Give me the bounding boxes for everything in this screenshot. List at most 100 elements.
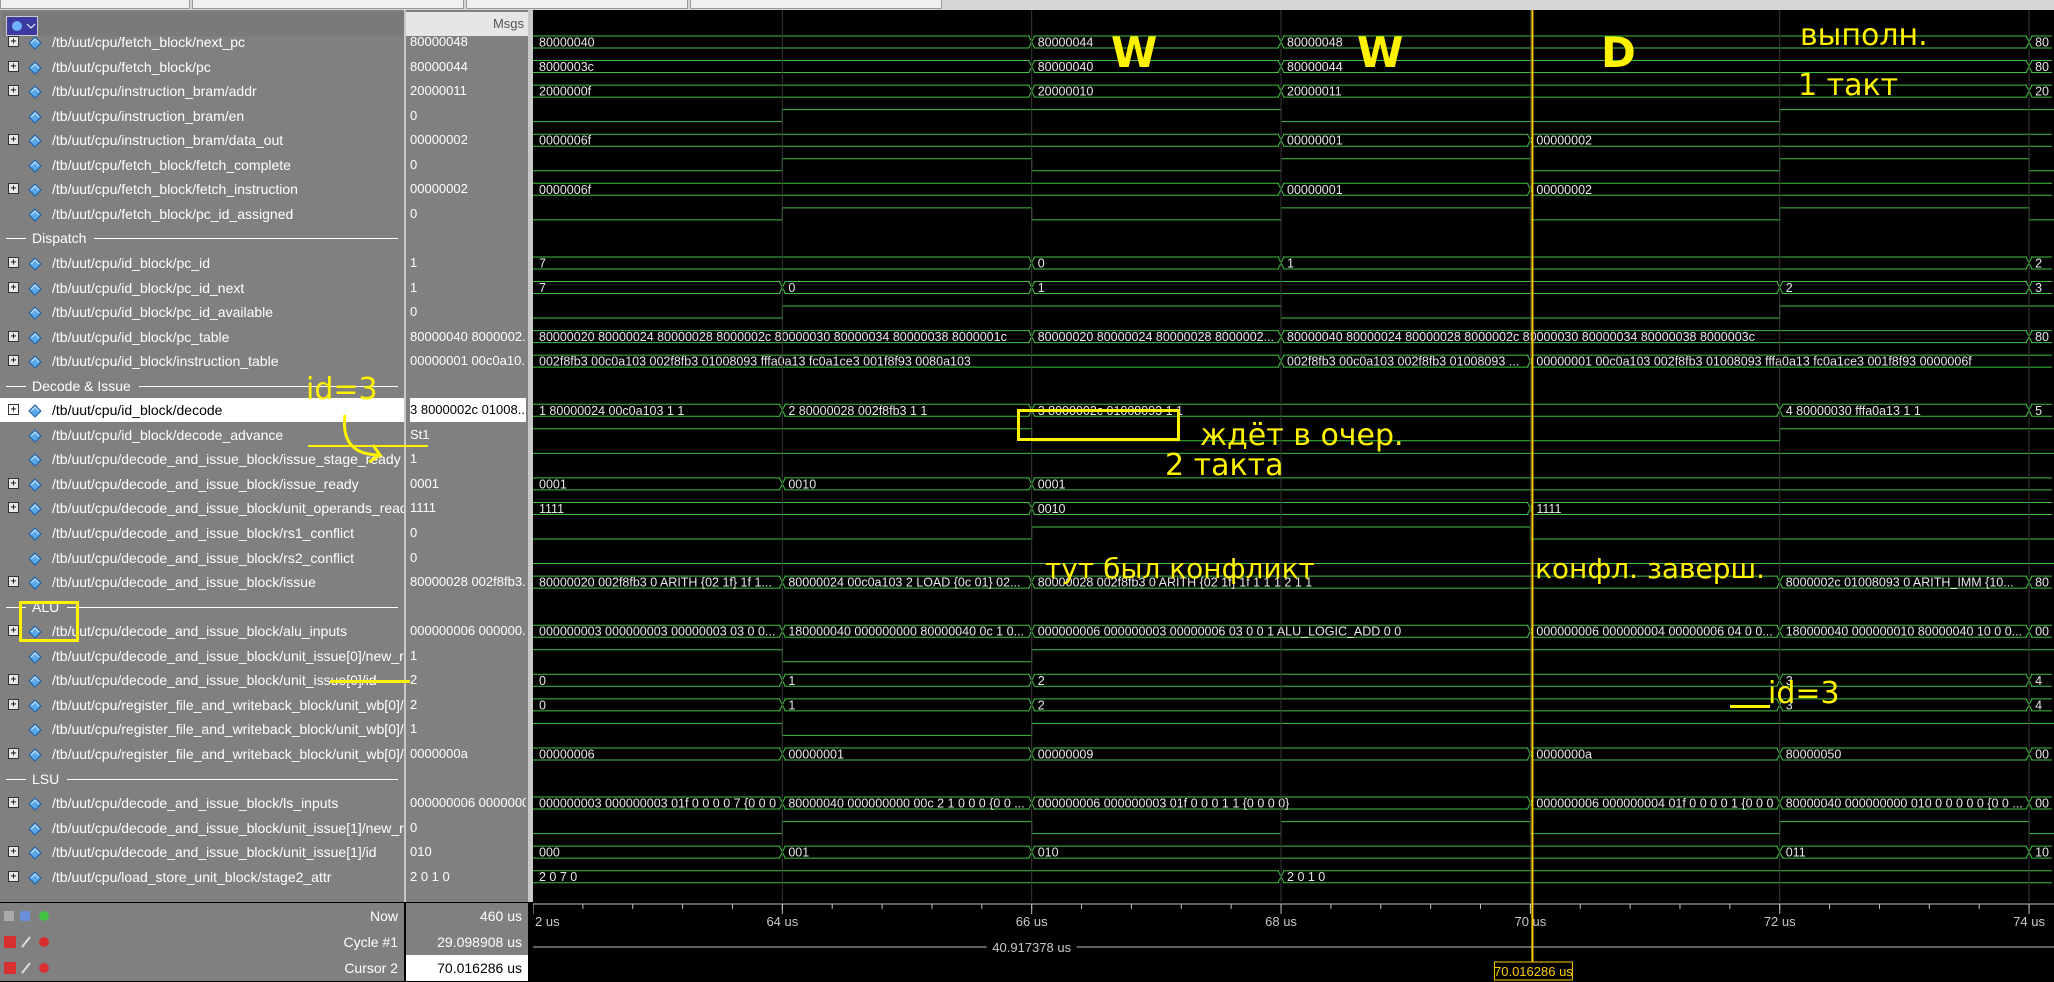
expand-plus-icon[interactable]: + <box>8 576 19 588</box>
expand-plus-icon[interactable]: + <box>8 183 19 195</box>
bus-value-label: 80000050 <box>1786 747 1842 761</box>
signal-row[interactable]: /tb/uut/cpu/id_block/pc_id_available <box>0 300 404 324</box>
signal-row[interactable]: /tb/uut/cpu/decode_and_issue_block/unit_… <box>0 816 446 840</box>
bus-value-label: 80 <box>2035 60 2049 74</box>
expand-plus-icon[interactable]: + <box>8 134 19 146</box>
signal-diamond-icon <box>28 870 42 885</box>
signal-row[interactable]: + /tb/uut/cpu/id_block/pc_table <box>0 325 404 349</box>
signal-diamond-icon <box>28 109 42 124</box>
waveform-canvas[interactable]: 80000040 80000044 80000048 808000003c 800000… <box>533 10 2054 902</box>
signal-row[interactable]: /tb/uut/cpu/decode_and_issue_block/unit_… <box>0 644 446 668</box>
wave-row <box>533 158 2054 172</box>
expand-plus-icon[interactable]: + <box>8 502 19 514</box>
expand-plus-icon[interactable]: + <box>8 747 19 759</box>
bus-value-label: 00 <box>2035 625 2049 639</box>
expand-plus-icon[interactable]: + <box>8 698 19 710</box>
signal-row[interactable]: + /tb/uut/cpu/register_file_and_writeback… <box>0 693 415 717</box>
expand-plus-icon[interactable]: + <box>8 85 19 97</box>
bus-value-label: 2 <box>1038 698 1045 712</box>
edit-icon[interactable] <box>21 936 31 948</box>
signal-row[interactable]: + /tb/uut/cpu/instruction_bram/addr <box>0 79 404 103</box>
expand-plus-icon[interactable]: + <box>8 674 19 686</box>
bus-value-label: 0 <box>788 281 795 295</box>
handwritten-underline <box>1730 705 1770 708</box>
group-divider[interactable]: Dispatch <box>0 226 404 250</box>
signal-value <box>410 374 526 398</box>
signal-diamond-icon <box>28 453 42 468</box>
divider-line <box>94 238 398 240</box>
signal-row[interactable]: + /tb/uut/cpu/id_block/instruction_table <box>0 349 404 373</box>
signal-row[interactable]: + /tb/uut/cpu/decode_and_issue_block/issu… <box>0 472 404 496</box>
signal-row[interactable]: + /tb/uut/cpu/fetch_block/fetch_instructi… <box>0 177 404 201</box>
signal-row[interactable]: + /tb/uut/cpu/decode_and_issue_block/unit… <box>0 840 404 864</box>
expand-plus-icon[interactable]: + <box>8 36 19 47</box>
expand-plus-icon[interactable]: + <box>8 870 19 882</box>
top-tab-2[interactable] <box>192 0 464 9</box>
add-cursor-icon[interactable] <box>39 911 49 921</box>
top-tab-1[interactable] <box>0 0 190 9</box>
expand-plus-icon[interactable]: + <box>8 846 19 858</box>
signal-row[interactable]: + /tb/uut/cpu/fetch_block/pc <box>0 55 404 79</box>
bus-value-label: 180000040 000000010 80000040 10 0 0... <box>1786 625 2022 639</box>
waveform-pane[interactable]: 80000040 80000044 80000048 80 8000003c 800000… <box>306 10 2054 902</box>
signal-row[interactable]: + /tb/uut/cpu/id_block/pc_id <box>0 251 404 275</box>
signal-diamond-icon <box>28 723 42 738</box>
bus-value-label: 20000010 <box>1038 85 1094 99</box>
wave-window-icon[interactable] <box>4 911 14 921</box>
bus-value-label: 0 <box>539 698 546 712</box>
delete-icon[interactable] <box>39 963 49 973</box>
bus-value-label: 80000020 80000024 80000028 8000002... <box>1038 330 1274 344</box>
divider-line <box>67 778 398 780</box>
ruler-tick-label: 66 us <box>1016 914 1048 929</box>
expand-plus-icon[interactable]: + <box>8 355 19 367</box>
bus-value-label: 7 <box>539 256 546 270</box>
signal-name: /tb/uut/cpu/register_file_and_writeback_… <box>52 721 435 738</box>
group-divider[interactable]: LSU <box>0 767 404 791</box>
expand-plus-icon[interactable]: + <box>8 477 19 489</box>
bus-value-label: 010 <box>1038 846 1059 860</box>
signal-row[interactable]: + /tb/uut/cpu/instruction_bram/data_out <box>0 128 404 152</box>
handwritten-note: D <box>1601 28 1636 77</box>
time-ruler[interactable]: 2 us 64 us 66 us 68 us 70 us 72 us 74 us 40.917… <box>533 902 2054 982</box>
signal-name: /tb/uut/cpu/fetch_block/pc_id_assigned <box>52 205 294 222</box>
signal-row[interactable]: /tb/uut/cpu/fetch_block/fetch_complete <box>0 153 404 177</box>
signal-row[interactable]: + /tb/uut/cpu/load_store_unit_block/stage… <box>0 865 404 889</box>
signal-row[interactable]: /tb/uut/cpu/instruction_bram/en <box>0 104 404 128</box>
bit-waveform <box>533 722 2054 736</box>
signal-value: 0000000a <box>410 745 468 761</box>
signal-row[interactable]: + /tb/uut/cpu/decode_and_issue_block/issu… <box>0 570 404 594</box>
delete-icon[interactable] <box>39 937 49 947</box>
signal-value: 00000002 <box>410 132 468 148</box>
signal-row[interactable]: /tb/uut/cpu/decode_and_issue_block/rs1_c… <box>0 521 404 545</box>
wave-row <box>533 207 2054 221</box>
lock-icon[interactable] <box>4 962 16 974</box>
edit-icon[interactable] <box>21 962 31 974</box>
signal-row[interactable]: + /tb/uut/cpu/decode_and_issue_block/ls_i… <box>0 791 404 815</box>
signal-name: /tb/uut/cpu/instruction_bram/addr <box>52 83 257 100</box>
expand-plus-icon[interactable]: + <box>8 256 19 268</box>
divider-line <box>6 238 26 240</box>
top-tab-3[interactable] <box>466 0 688 9</box>
expand-plus-icon[interactable]: + <box>8 625 19 637</box>
bus-value-label: 80000040 <box>1038 60 1094 74</box>
signal-row[interactable]: + /tb/uut/cpu/register_file_and_writeback… <box>0 742 416 766</box>
delta-label: 40.917378 us <box>992 940 1071 955</box>
expand-plus-icon[interactable]: + <box>8 330 19 342</box>
expand-plus-icon[interactable]: + <box>8 60 19 72</box>
signal-row[interactable]: + /tb/uut/cpu/fetch_block/next_pc <box>0 30 404 54</box>
expand-plus-icon[interactable]: + <box>8 404 19 416</box>
signal-diamond-icon <box>28 650 42 664</box>
top-tab-4[interactable] <box>690 0 942 9</box>
signal-row[interactable]: /tb/uut/cpu/register_file_and_writeback_… <box>0 717 435 741</box>
signal-row[interactable]: + /tb/uut/cpu/decode_and_issue_block/unit… <box>0 496 415 520</box>
expand-plus-icon[interactable]: + <box>8 281 19 293</box>
signal-row[interactable]: + /tb/uut/cpu/id_block/pc_id_next <box>0 276 404 300</box>
signal-value: 0 <box>410 156 418 172</box>
wave-row: 0000006f 00000001 00000002 <box>533 133 2052 148</box>
expand-plus-icon[interactable]: + <box>8 797 19 809</box>
signal-row[interactable]: /tb/uut/cpu/decode_and_issue_block/rs2_c… <box>0 546 404 570</box>
signal-row[interactable]: /tb/uut/cpu/fetch_block/pc_id_assigned <box>0 202 404 226</box>
lock-icon[interactable] <box>4 936 16 948</box>
handwritten-note: W <box>1111 28 1158 77</box>
zoom-icon[interactable] <box>20 911 30 921</box>
